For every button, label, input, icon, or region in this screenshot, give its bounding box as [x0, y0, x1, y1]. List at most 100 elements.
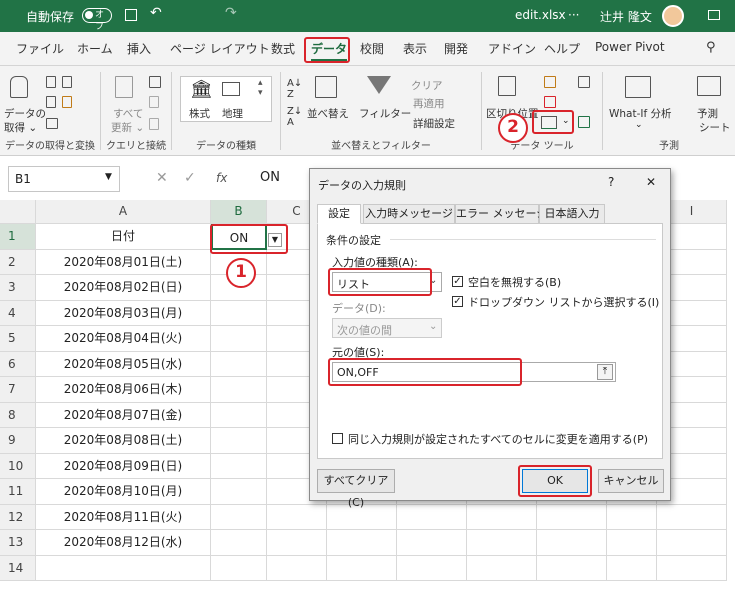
- avatar[interactable]: [662, 5, 684, 27]
- empty-cell[interactable]: [537, 555, 607, 581]
- row-header[interactable]: 14: [0, 555, 36, 581]
- empty-cell[interactable]: [467, 504, 537, 530]
- edit-links-icon[interactable]: [149, 118, 159, 130]
- cell-b[interactable]: [211, 351, 267, 377]
- select-all-corner[interactable]: [0, 200, 36, 224]
- ignore-blank-checkbox[interactable]: ✓: [452, 276, 463, 287]
- apply-all-checkbox[interactable]: [332, 433, 343, 444]
- fx-icon[interactable]: fx: [216, 171, 227, 185]
- what-if-icon[interactable]: [625, 76, 651, 98]
- column-header-a[interactable]: A: [36, 200, 211, 224]
- refresh-all-icon[interactable]: [115, 76, 133, 98]
- row-header[interactable]: 5: [0, 326, 36, 352]
- geography-label[interactable]: 地理: [222, 106, 243, 121]
- row-header[interactable]: 11: [0, 479, 36, 505]
- empty-cell[interactable]: [467, 530, 537, 556]
- forecast-sheet-label-1[interactable]: 予測: [697, 106, 718, 121]
- empty-cell[interactable]: [657, 504, 727, 530]
- date-cell[interactable]: 2020年08月10日(月): [36, 479, 211, 505]
- date-cell[interactable]: 2020年08月01日(土): [36, 249, 211, 275]
- get-data-label-1[interactable]: データの: [4, 106, 46, 121]
- cell-b[interactable]: [211, 504, 267, 530]
- date-cell[interactable]: 2020年08月09日(日): [36, 453, 211, 479]
- date-cell[interactable]: 2020年08月03日(月): [36, 300, 211, 326]
- row-header[interactable]: 9: [0, 428, 36, 454]
- tab-home[interactable]: ホーム: [77, 40, 113, 57]
- tab-error-alert[interactable]: エラー メッセージ: [455, 204, 547, 224]
- existing-connections-icon[interactable]: [46, 118, 58, 129]
- empty-cell[interactable]: [397, 504, 467, 530]
- tab-power-pivot[interactable]: Power Pivot: [595, 40, 665, 54]
- date-cell[interactable]: [36, 555, 211, 581]
- tab-addins[interactable]: アドイン: [488, 40, 536, 57]
- tab-review[interactable]: 校閲: [360, 40, 384, 57]
- formula-input[interactable]: ON: [260, 170, 280, 185]
- dropdown-label[interactable]: ドロップダウン リストから選択する(I): [468, 294, 659, 310]
- cancel-button[interactable]: キャンセル: [598, 469, 664, 493]
- empty-cell[interactable]: [397, 555, 467, 581]
- what-if-dropdown-icon[interactable]: ⌄: [635, 120, 643, 130]
- cell-b[interactable]: [211, 530, 267, 556]
- empty-cell[interactable]: [267, 530, 327, 556]
- row-header[interactable]: 1: [0, 224, 36, 250]
- gallery-more-icon[interactable]: ▴ ▾: [258, 78, 263, 98]
- tab-page-layout[interactable]: ページ レイアウト: [170, 40, 270, 57]
- ignore-blank-label[interactable]: 空白を無視する(B): [468, 274, 561, 290]
- advanced-label[interactable]: 詳細設定: [413, 116, 455, 131]
- apply-all-label[interactable]: 同じ入力規則が設定されたすべてのセルに変更を適用する(P): [348, 431, 648, 447]
- reapply-label[interactable]: 再適用: [413, 96, 445, 111]
- cell-b[interactable]: [211, 555, 267, 581]
- clear-all-button[interactable]: すべてクリア(C): [317, 469, 395, 509]
- empty-cell[interactable]: [467, 555, 537, 581]
- filter-label[interactable]: フィルター: [359, 106, 411, 121]
- filter-icon[interactable]: [367, 76, 391, 94]
- what-if-label[interactable]: What-If 分析: [609, 106, 672, 121]
- redo-icon[interactable]: ↷: [225, 5, 237, 21]
- text-to-columns-icon[interactable]: [498, 76, 516, 96]
- name-box-dropdown-icon[interactable]: ▼: [105, 172, 112, 182]
- tab-settings[interactable]: 設定: [317, 204, 361, 224]
- ribbon-display-icon[interactable]: [708, 10, 720, 20]
- empty-cell[interactable]: [537, 530, 607, 556]
- clear-filter-label[interactable]: クリア: [411, 78, 443, 93]
- row-header[interactable]: 4: [0, 300, 36, 326]
- cell-b[interactable]: [211, 402, 267, 428]
- save-icon[interactable]: [125, 9, 137, 21]
- manage-data-model-icon[interactable]: [578, 116, 590, 128]
- undo-icon[interactable]: ↶: [150, 5, 162, 21]
- get-data-label-2[interactable]: 取得 ⌄: [4, 120, 37, 135]
- cancel-entry-icon[interactable]: ✕: [156, 170, 168, 186]
- cell-b[interactable]: [211, 453, 267, 479]
- tab-view[interactable]: 表示: [403, 40, 427, 57]
- row-header[interactable]: 6: [0, 351, 36, 377]
- row-header[interactable]: 2: [0, 249, 36, 275]
- empty-cell[interactable]: [327, 530, 397, 556]
- sort-label[interactable]: 並べ替え: [307, 106, 349, 121]
- empty-cell[interactable]: [607, 530, 657, 556]
- empty-cell[interactable]: [397, 530, 467, 556]
- empty-cell[interactable]: [657, 555, 727, 581]
- cell-b[interactable]: [211, 300, 267, 326]
- empty-cell[interactable]: [267, 504, 327, 530]
- relationships-icon[interactable]: [578, 76, 590, 88]
- row-header[interactable]: 12: [0, 504, 36, 530]
- search-icon[interactable]: ⚲: [706, 40, 716, 55]
- date-cell[interactable]: 2020年08月08日(土): [36, 428, 211, 454]
- remove-duplicates-icon[interactable]: [544, 96, 556, 108]
- empty-cell[interactable]: [537, 504, 607, 530]
- sort-desc-icon[interactable]: Z↓ A: [287, 106, 302, 128]
- sort-asc-icon[interactable]: A↓ Z: [287, 78, 302, 100]
- row-header[interactable]: 7: [0, 377, 36, 403]
- stocks-label[interactable]: 株式: [189, 106, 210, 121]
- date-cell[interactable]: 2020年08月05日(水): [36, 351, 211, 377]
- date-cell[interactable]: 2020年08月11日(火): [36, 504, 211, 530]
- refresh-label-2[interactable]: 更新 ⌄: [111, 120, 144, 135]
- confirm-entry-icon[interactable]: ✓: [184, 170, 196, 186]
- empty-cell[interactable]: [607, 555, 657, 581]
- properties-icon[interactable]: [149, 96, 159, 108]
- name-box[interactable]: B1 ▼: [8, 166, 120, 192]
- empty-cell[interactable]: [327, 555, 397, 581]
- autosave-toggle[interactable]: オフ: [82, 8, 112, 32]
- cell-b[interactable]: [211, 479, 267, 505]
- cell-b[interactable]: [211, 377, 267, 403]
